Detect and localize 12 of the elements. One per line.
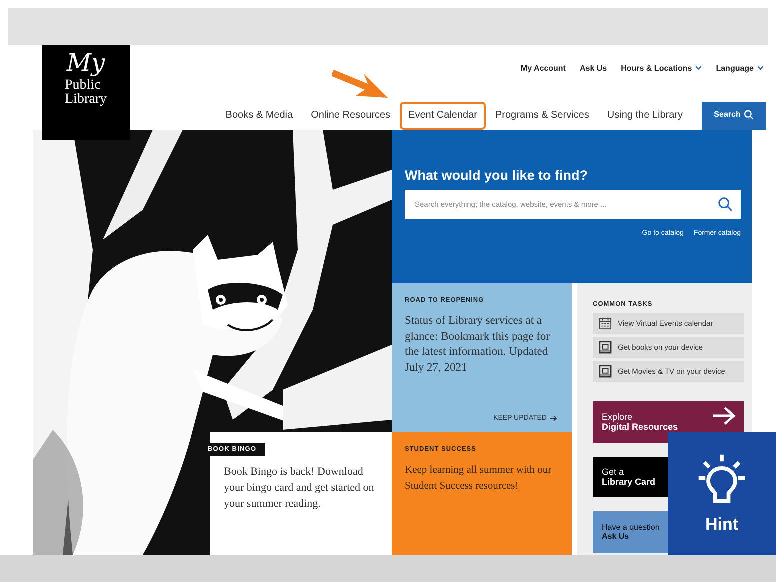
promo-title: Digital Resources (602, 422, 678, 432)
card-text: Book Bingo is back! Download your bingo card and get started on your summer reading. (224, 465, 376, 512)
promo-title: Library Card (602, 477, 656, 487)
card-text: Keep learning all summer with our Student Success resources! (405, 464, 553, 494)
promo-line: Explore (602, 412, 633, 422)
promo-line: Have a question (602, 523, 660, 532)
logo-script-text: My (66, 49, 106, 77)
card-text: Status of Library services at a glance: Bookmark this page for the latest information. Updated July 27, 2021 (405, 314, 551, 376)
search-heading: What would you like to find? (405, 168, 589, 183)
promo-title: Ask Us (602, 532, 630, 541)
promo-line: Get a (602, 467, 624, 477)
logo-name-text: Public Library (65, 79, 107, 107)
